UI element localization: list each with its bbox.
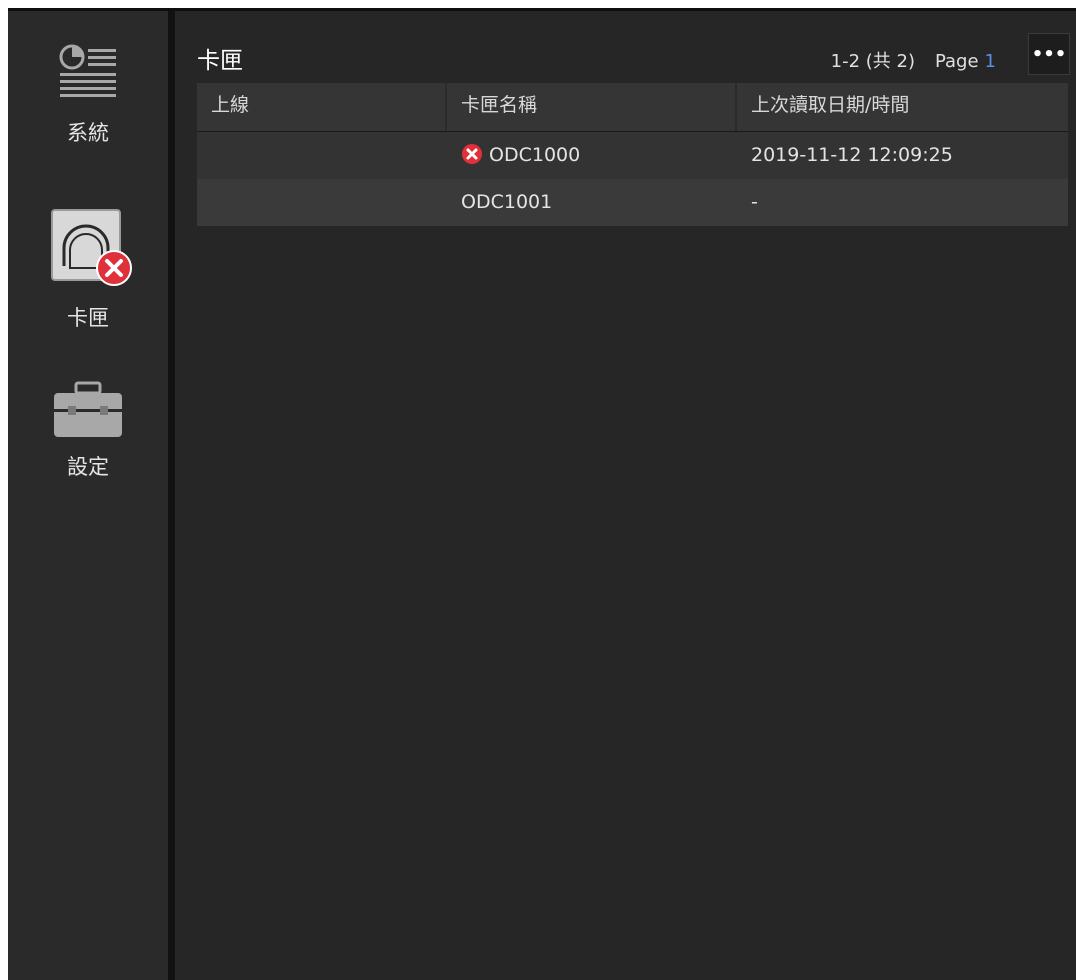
table-row[interactable]: ODC1001 - xyxy=(197,179,1068,226)
cell-name: ODC1001 xyxy=(447,179,737,226)
title-bar: 卡匣 1-2 (共 2) Page 1 ••• xyxy=(175,11,1076,81)
column-header-online[interactable]: 上線 xyxy=(197,83,447,131)
cell-online xyxy=(197,179,447,226)
table-row[interactable]: ODC1000 2019-11-12 12:09:25 xyxy=(197,132,1068,179)
sidebar-item-label: 卡匣 xyxy=(67,306,109,330)
page-title: 卡匣 xyxy=(197,48,243,74)
cell-last-read: 2019-11-12 12:09:25 xyxy=(751,144,953,166)
cell-online xyxy=(197,132,447,179)
column-header-last-read[interactable]: 上次讀取日期/時間 xyxy=(737,83,1067,131)
cell-name: ODC1000 xyxy=(447,132,737,179)
app-window: 系統 卡匣 設定 卡匣 1-2 (共 2) Page 1 ••• 上線 卡匣名稱… xyxy=(8,8,1076,980)
toolbox-icon xyxy=(54,381,122,437)
pagination-page-label: Page xyxy=(934,51,979,72)
sidebar-item-label: 設定 xyxy=(67,455,109,479)
sidebar-item-cartridge[interactable]: 卡匣 xyxy=(8,206,168,332)
table-header: 上線 卡匣名稱 上次讀取日期/時間 xyxy=(197,83,1068,132)
pagination-range: 1-2 (共 2) xyxy=(830,51,915,72)
sidebar-divider xyxy=(168,11,175,980)
pagination-page-number[interactable]: 1 xyxy=(985,51,996,72)
sidebar-item-system[interactable]: 系統 xyxy=(8,41,168,147)
cell-last-read: - xyxy=(751,191,758,213)
column-header-name[interactable]: 卡匣名稱 xyxy=(447,83,737,131)
main-panel: 卡匣 1-2 (共 2) Page 1 ••• 上線 卡匣名稱 上次讀取日期/時間 xyxy=(175,11,1076,980)
cartridge-table: 上線 卡匣名稱 上次讀取日期/時間 ODC1000 2019-11-12 12:… xyxy=(197,83,1068,226)
sidebar-item-label: 系統 xyxy=(67,121,109,145)
system-list-icon xyxy=(59,44,116,97)
screen-frame: 系統 卡匣 設定 卡匣 1-2 (共 2) Page 1 ••• 上線 卡匣名稱… xyxy=(0,0,1076,980)
cartridge-error-icon xyxy=(51,209,132,286)
cell-name-text: ODC1000 xyxy=(489,144,581,166)
sidebar-item-settings[interactable]: 設定 xyxy=(8,381,168,481)
error-icon xyxy=(462,144,482,164)
more-options-button[interactable]: ••• xyxy=(1028,33,1070,75)
cell-name-text: ODC1001 xyxy=(461,191,553,213)
sidebar: 系統 卡匣 設定 xyxy=(8,11,168,980)
pagination: 1-2 (共 2) Page 1 xyxy=(831,47,996,73)
